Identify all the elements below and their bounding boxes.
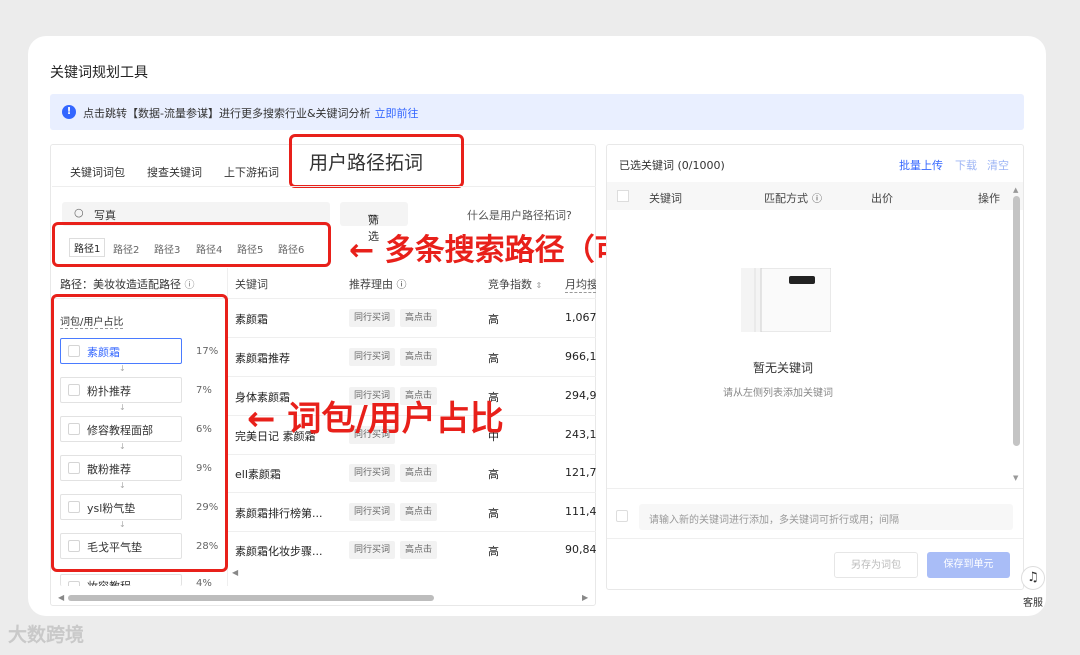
clear-link[interactable]: 清空	[987, 157, 1009, 173]
scroll-down-icon[interactable]: ▼	[1013, 474, 1018, 482]
save-to-unit-button[interactable]: 保存到单元	[927, 552, 1010, 578]
filter-button[interactable]: ▽ 筛选	[340, 202, 408, 243]
search-value: 写真	[94, 209, 116, 222]
banner-link[interactable]: 立即前往	[375, 107, 419, 120]
headset-icon: ♫	[1021, 566, 1045, 590]
info-circle-icon: ⓘ	[184, 280, 195, 291]
col-volume: 月均搜	[565, 278, 596, 293]
sort-icon: ⇕	[535, 281, 543, 290]
competition-cell: 高	[488, 507, 499, 520]
input-checkbox[interactable]	[616, 510, 628, 522]
keyword-cell: 素颜霜化妆步骤...	[235, 545, 323, 558]
keyword-cell: 素颜霜	[235, 313, 268, 326]
row-divider	[228, 376, 596, 377]
divider	[607, 538, 1023, 539]
reason-tag: 高点击	[400, 503, 438, 521]
reason-tag: 同行买词	[349, 348, 396, 366]
batch-upload-link[interactable]: 批量上传	[899, 157, 943, 173]
select-all-checkbox[interactable]	[617, 190, 629, 202]
volume-cell: 111,44	[565, 505, 596, 518]
scroll-left-icon[interactable]: ◀	[232, 568, 238, 577]
service-label: 客服	[1023, 598, 1043, 609]
save-as-package-button[interactable]: 另存为词包	[834, 552, 918, 578]
reason-tag: 同行买词	[349, 309, 396, 327]
keyword-cell: ell素颜霜	[235, 468, 281, 481]
help-icon: ⓘ	[812, 194, 822, 205]
node-label: 妆容教程	[87, 578, 131, 586]
col-match-type: 匹配方式	[764, 192, 808, 205]
competition-cell: 高	[488, 545, 499, 558]
vertical-scrollbar[interactable]	[1013, 196, 1020, 446]
volume-cell: 90,844	[565, 543, 596, 556]
col-competition: 竞争指数	[488, 278, 532, 291]
empty-box-icon	[741, 268, 831, 332]
row-divider	[228, 492, 596, 493]
tab-upstream-downstream[interactable]: 上下游拓词	[224, 164, 279, 180]
reason-tag: 同行买词	[349, 503, 396, 521]
reason-tag: 高点击	[400, 348, 438, 366]
row-divider	[228, 531, 596, 532]
empty-subtitle: 请从左侧列表添加关键词	[723, 388, 833, 399]
download-link[interactable]: 下载	[955, 157, 977, 173]
checkbox[interactable]	[68, 581, 80, 586]
page-title: 关键词规划工具	[50, 65, 148, 81]
scroll-up-icon[interactable]: ▲	[1013, 186, 1018, 194]
col-bid: 出价	[871, 192, 893, 205]
row-divider	[228, 454, 596, 455]
tab-search-keyword[interactable]: 搜查关键词	[147, 164, 202, 180]
banner-text: 点击跳转【数据-流量参谋】进行更多搜索行业&关键词分析	[83, 107, 371, 120]
input-placeholder: 请输入新的关键词进行添加，多关键词可折行或用；间隔	[649, 515, 899, 526]
divider	[607, 488, 1023, 489]
highlight-box-paths	[52, 222, 331, 267]
path-label: 路径：美妆妆造适配路径	[60, 278, 181, 291]
info-banner: ! 点击跳转【数据-流量参谋】进行更多搜索行业&关键词分析 立即前往	[50, 94, 1024, 130]
reason-tag: 同行买词	[349, 464, 396, 482]
volume-cell: 121,72	[565, 466, 596, 479]
help-icon: ⓘ	[396, 280, 407, 291]
hscroll-left-icon[interactable]: ◀	[58, 593, 64, 602]
volume-cell: 1,067,	[565, 311, 596, 324]
reason-tag: 高点击	[400, 309, 438, 327]
selected-table-header: 关键词 匹配方式 ⓘ 出价 操作	[607, 182, 1023, 210]
volume-cell: 243,16	[565, 428, 596, 441]
row-divider	[228, 337, 596, 338]
col-keyword: 关键词	[235, 278, 268, 291]
hscroll-right-icon[interactable]: ▶	[582, 593, 588, 602]
reason-tag: 高点击	[400, 464, 438, 482]
tab-keyword-package[interactable]: 关键词词包	[70, 164, 125, 180]
reason-tag: 同行买词	[349, 541, 396, 559]
path-node[interactable]: 妆容教程	[60, 574, 182, 586]
col-action: 操作	[978, 192, 1000, 205]
col-selected-keyword: 关键词	[649, 192, 682, 205]
watermark-logo: 大数跨境	[8, 624, 85, 646]
competition-cell: 高	[488, 352, 499, 365]
keyword-cell: 素颜霜推荐	[235, 352, 290, 365]
tab-divider	[52, 186, 596, 187]
reason-tag: 高点击	[400, 541, 438, 559]
new-keyword-input[interactable]: 请输入新的关键词进行添加，多关键词可折行或用；间隔	[639, 504, 1013, 530]
competition-cell: 高	[488, 468, 499, 481]
customer-service[interactable]: ♫ 客服	[1018, 566, 1048, 612]
info-icon: !	[62, 105, 76, 119]
node-ratio: 4%	[196, 578, 212, 586]
col-reason: 推荐理由	[349, 278, 393, 291]
empty-title: 暂无关键词	[753, 361, 814, 375]
competition-cell: 高	[488, 313, 499, 326]
volume-cell: 294,93	[565, 389, 596, 402]
selected-title: 已选关键词 (0/1000)	[619, 159, 725, 172]
horizontal-scrollbar[interactable]	[68, 595, 434, 601]
help-link[interactable]: 什么是用户路径拓词?	[467, 207, 572, 223]
highlight-box-tab	[289, 134, 464, 188]
volume-cell: 966,13	[565, 350, 596, 363]
highlight-box-ratio	[51, 294, 228, 572]
keyword-cell: 素颜霜排行榜第...	[235, 507, 323, 520]
annotation-ratio: ← 词包/用户占比	[247, 399, 504, 439]
search-icon: ○	[74, 206, 84, 219]
